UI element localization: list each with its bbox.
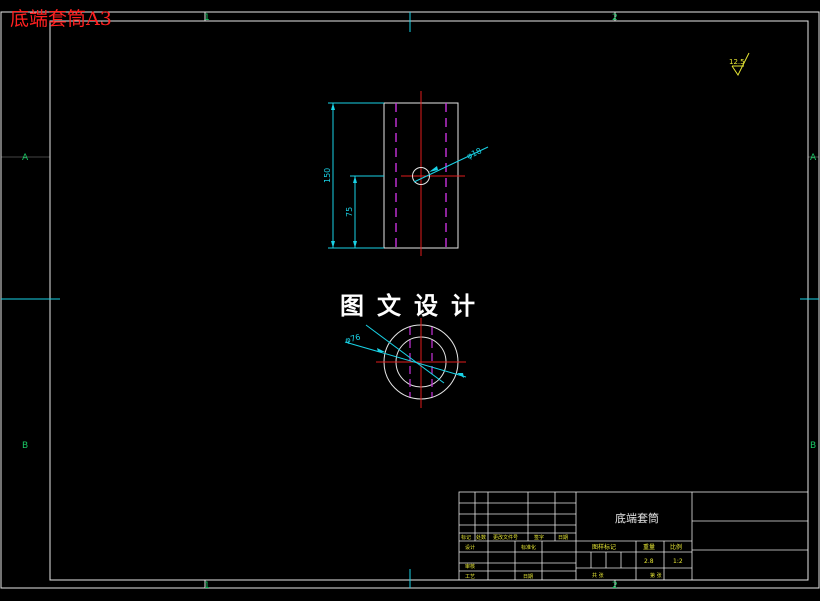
scale-value: 1:2 — [673, 558, 683, 565]
rev-header-date: 日期 — [558, 535, 568, 541]
zone-right-a: A — [810, 153, 817, 163]
front-view: φ18 150 75 — [323, 91, 489, 256]
rev-header-mark: 标记 — [461, 534, 471, 541]
outer-dia-leader — [344, 341, 467, 378]
roughness-value: 12.5 — [729, 58, 745, 66]
dim-75-arrow-top — [353, 176, 357, 183]
drawing-tag: 底端套筒A3 — [10, 8, 112, 30]
rev-header-file: 更改文件号 — [493, 534, 518, 541]
standard-label: 标准化 — [521, 544, 536, 551]
dimension-75 — [350, 175, 384, 248]
zone-bottom-1: 1 — [204, 581, 210, 591]
sheets-total: 共 张 — [592, 572, 604, 579]
rev-header-count: 处数 — [476, 534, 486, 541]
zone-left-b: B — [22, 441, 28, 451]
part-name: 底端套筒 — [615, 511, 659, 525]
review-label: 审核 — [465, 563, 475, 570]
sheet-number: 第 张 — [650, 572, 662, 579]
hole-diameter-label: φ18 — [465, 146, 483, 161]
dim-75-label: 75 — [345, 207, 354, 217]
stage-mark-label: 图样标记 — [592, 543, 616, 551]
drawing-sheet: 1 2 1 2 A B A B 12.5 φ18 150 75 φ76 底端套筒… — [0, 0, 820, 601]
zone-right-b: B — [810, 441, 816, 451]
dim-150-arrow-bottom — [331, 241, 335, 248]
approve-label: 日期 — [523, 574, 533, 580]
rev-header-sign: 签字 — [534, 534, 544, 541]
weight-label: 重量 — [643, 543, 655, 551]
zone-bottom-2: 2 — [612, 581, 618, 591]
design-label: 设计 — [465, 544, 475, 551]
weight-value: 2.8 — [644, 558, 654, 565]
dim-150-label: 150 — [323, 168, 332, 183]
outer-diameter-label: φ76 — [344, 332, 361, 344]
watermark-text: 图文设计 — [340, 292, 488, 320]
zone-top-1: 1 — [204, 13, 210, 23]
dim-150-arrow-top — [331, 103, 335, 110]
dim-75-arrow-bottom — [353, 241, 357, 248]
outer-dia-arrow-b — [457, 373, 464, 378]
process-label: 工艺 — [465, 574, 475, 580]
outer-dia-arrow-a — [377, 348, 385, 352]
scale-label: 比例 — [670, 543, 682, 551]
top-view: φ76 — [344, 318, 467, 408]
zone-top-2: 2 — [612, 13, 618, 23]
zone-left-a: A — [22, 153, 29, 163]
